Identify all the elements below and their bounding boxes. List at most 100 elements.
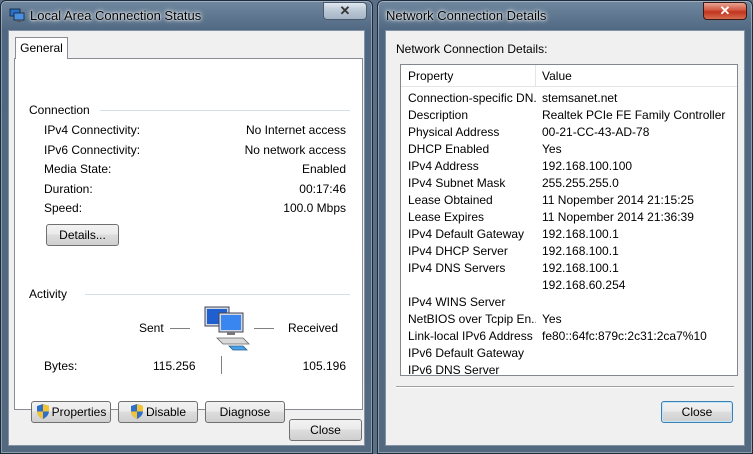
table-row[interactable]: IPv4 Default Gateway 192.168.100.1 bbox=[401, 226, 737, 243]
window-close-button[interactable]: ✕ bbox=[703, 2, 747, 20]
property-cell: Lease Expires bbox=[408, 210, 485, 224]
property-cell: Connection-specific DN... bbox=[408, 91, 536, 105]
network-connection-details-window: Network Connection Details ✕ Network Con… bbox=[377, 0, 753, 454]
property-cell: IPv4 DHCP Server bbox=[408, 244, 508, 258]
property-cell: DHCP Enabled bbox=[408, 142, 490, 156]
table-row[interactable]: IPv4 WINS Server bbox=[401, 294, 737, 311]
uac-shield-icon bbox=[36, 404, 50, 425]
ipv4-connectivity-value: No Internet access bbox=[245, 123, 346, 137]
property-cell: Physical Address bbox=[408, 125, 500, 139]
value-cell: 192.168.100.1 bbox=[542, 244, 619, 258]
title-bar[interactable]: Network Connection Details ✕ bbox=[378, 1, 752, 29]
group-divider bbox=[100, 110, 350, 111]
value-cell: 255.255.255.0 bbox=[542, 176, 619, 190]
bytes-received-value: 105.196 bbox=[302, 359, 346, 373]
table-row[interactable]: Link-local IPv6 Address fe80::64fc:879c:2… bbox=[401, 328, 737, 345]
value-cell: Realtek PCIe FE Family Controller bbox=[542, 108, 726, 122]
network-computer-icon bbox=[203, 304, 255, 354]
sent-label: Sent bbox=[139, 321, 164, 335]
media-state-label: Media State: bbox=[44, 162, 112, 176]
property-cell: IPv6 DNS Server bbox=[408, 363, 500, 377]
table-row[interactable]: IPv4 DNS Servers 192.168.100.1 bbox=[401, 260, 737, 277]
speed-value: 100.0 Mbps bbox=[283, 201, 346, 215]
table-row[interactable]: DHCP Enabled Yes bbox=[401, 141, 737, 158]
received-label: Received bbox=[288, 321, 339, 335]
properties-button[interactable]: Properties bbox=[31, 401, 111, 423]
bytes-sent-value: 115.256 bbox=[153, 359, 196, 373]
separator bbox=[396, 386, 734, 388]
property-cell: Description bbox=[408, 108, 469, 122]
media-state-value: Enabled bbox=[301, 162, 346, 176]
speed-label: Speed: bbox=[44, 201, 83, 215]
value-cell: Yes bbox=[542, 312, 562, 326]
activity-group-title: Activity bbox=[29, 287, 68, 301]
table-row[interactable]: Description Realtek PCIe FE Family Contro… bbox=[401, 107, 737, 124]
connection-group-title: Connection bbox=[29, 103, 90, 117]
details-list-view[interactable]: Property Value Connection-specific DN...… bbox=[400, 64, 738, 379]
local-area-connection-status-window: Local Area Connection Status ✕ General C… bbox=[0, 0, 373, 454]
disable-button[interactable]: Disable bbox=[118, 401, 198, 423]
details-button[interactable]: Details... bbox=[46, 224, 119, 246]
table-row[interactable]: IPv6 DNS Server bbox=[401, 362, 737, 379]
property-cell: Lease Obtained bbox=[408, 193, 493, 207]
property-cell: IPv4 Subnet Mask bbox=[408, 176, 506, 190]
ipv6-connectivity-value: No network access bbox=[244, 143, 346, 157]
value-cell: 11 Nopember 2014 21:36:39 bbox=[542, 210, 694, 224]
disable-button-label: Disable bbox=[145, 405, 187, 419]
property-cell: NetBIOS over Tcpip En... bbox=[408, 312, 536, 326]
ipv6-connectivity-label: IPv6 Connectivity: bbox=[44, 143, 141, 157]
table-row[interactable]: NetBIOS over Tcpip En... Yes bbox=[401, 311, 737, 328]
duration-value: 00:17:46 bbox=[299, 182, 346, 196]
column-header-value[interactable]: Value bbox=[542, 69, 572, 83]
sent-line bbox=[170, 328, 190, 329]
value-cell: 00-21-CC-43-AD-78 bbox=[542, 125, 650, 139]
value-cell: 192.168.100.1 bbox=[542, 227, 619, 241]
table-row[interactable]: Physical Address 00-21-CC-43-AD-78 bbox=[401, 124, 737, 141]
dialog-client-area: Network Connection Details: Property Val… bbox=[385, 30, 745, 446]
window-title: Local Area Connection Status bbox=[30, 8, 202, 23]
window-title: Network Connection Details bbox=[386, 8, 547, 23]
table-row[interactable]: IPv4 Address 192.168.100.100 bbox=[401, 158, 737, 175]
value-cell: 192.168.60.254 bbox=[542, 278, 626, 292]
property-cell: IPv4 Default Gateway bbox=[408, 227, 525, 241]
group-divider bbox=[85, 294, 350, 295]
table-row[interactable]: IPv4 DHCP Server 192.168.100.1 bbox=[401, 243, 737, 260]
list-header: Property Value bbox=[401, 65, 737, 87]
diagnose-button[interactable]: Diagnose bbox=[205, 401, 285, 423]
dialog-client-area: General Connection IPv4 Connectivity: No… bbox=[8, 30, 365, 446]
duration-label: Duration: bbox=[44, 182, 93, 196]
value-cell: 11 Nopember 2014 21:15:25 bbox=[542, 193, 694, 207]
value-cell: fe80::64fc:879c:2c31:2ca7%10 bbox=[542, 329, 707, 343]
tab-panel-general: Connection IPv4 Connectivity: No Interne… bbox=[14, 58, 363, 423]
property-cell: IPv4 DNS Servers bbox=[408, 261, 506, 275]
table-row[interactable]: IPv6 Default Gateway bbox=[401, 345, 737, 362]
table-row[interactable]: 192.168.60.254 bbox=[401, 277, 737, 294]
network-icon bbox=[9, 7, 25, 23]
close-button[interactable]: Close bbox=[661, 401, 733, 423]
property-cell: IPv6 Default Gateway bbox=[408, 346, 525, 360]
table-row[interactable]: Lease Obtained 11 Nopember 2014 21:15:25 bbox=[401, 192, 737, 209]
value-cell: Yes bbox=[542, 142, 562, 156]
table-row[interactable]: Lease Expires 11 Nopember 2014 21:36:39 bbox=[401, 209, 737, 226]
column-separator[interactable] bbox=[535, 65, 536, 87]
property-cell: Link-local IPv6 Address bbox=[408, 329, 533, 343]
property-cell: IPv4 WINS Server bbox=[408, 295, 506, 309]
uac-shield-icon bbox=[130, 404, 144, 425]
table-row[interactable]: Connection-specific DN... stemsanet.net bbox=[401, 90, 737, 107]
activity-separator bbox=[221, 356, 222, 374]
column-header-property[interactable]: Property bbox=[408, 69, 453, 83]
bytes-label: Bytes: bbox=[44, 359, 78, 373]
window-close-button[interactable]: ✕ bbox=[323, 2, 367, 20]
value-cell: 192.168.100.1 bbox=[542, 261, 619, 275]
received-line bbox=[254, 328, 274, 329]
value-cell: 192.168.100.100 bbox=[542, 159, 633, 173]
details-subheading: Network Connection Details: bbox=[396, 42, 548, 56]
property-cell: IPv4 Address bbox=[408, 159, 479, 173]
close-button[interactable]: Close bbox=[289, 419, 362, 441]
value-cell: stemsanet.net bbox=[542, 91, 618, 105]
table-row[interactable]: IPv4 Subnet Mask 255.255.255.0 bbox=[401, 175, 737, 192]
properties-button-label: Properties bbox=[51, 405, 107, 419]
tab-general[interactable]: General bbox=[15, 37, 68, 59]
title-bar[interactable]: Local Area Connection Status ✕ bbox=[1, 1, 372, 29]
ipv4-connectivity-label: IPv4 Connectivity: bbox=[44, 123, 141, 137]
